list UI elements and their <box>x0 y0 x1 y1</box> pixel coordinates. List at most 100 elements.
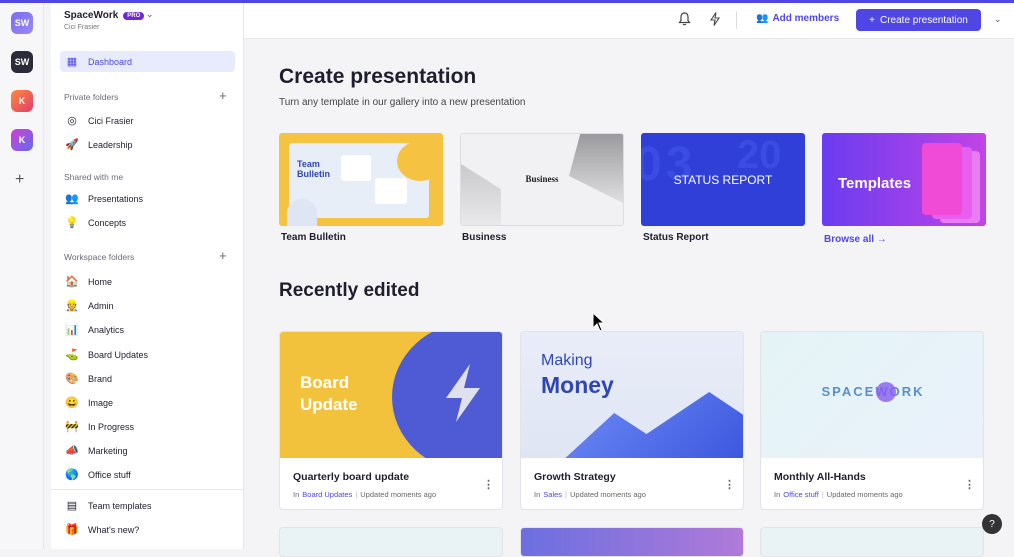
recent-card-partial[interactable] <box>760 527 984 557</box>
app-k-purple-icon[interactable]: K <box>11 129 33 151</box>
chevron-down-icon[interactable]: ⌄ <box>994 14 1002 25</box>
card-title: Growth Strategy <box>534 471 616 483</box>
sidebar-item-whats-new[interactable]: 🎁 What's new? <box>60 519 235 540</box>
sidebar-item-marketing[interactable]: 📣 Marketing <box>60 440 235 461</box>
workspace-name: SpaceWork <box>64 10 119 21</box>
card-meta: In Office stuff | Updated moments ago <box>774 490 903 499</box>
card-thumb-text: SPACEWORK <box>821 384 925 399</box>
create-presentation-subtitle: Turn any template in our gallery into a … <box>279 97 526 108</box>
palette-icon: 🎨 <box>65 373 79 385</box>
megaphone-icon: 📣 <box>65 445 79 457</box>
sidebar-item-label: What's new? <box>88 524 140 535</box>
private-folders-heading: Private folders <box>64 92 119 102</box>
recent-card-partial[interactable] <box>279 527 503 557</box>
recent-card-quarterly-board-update[interactable]: Board Update Quarterly board update In B… <box>279 331 503 510</box>
template-label: Status Report <box>643 232 709 243</box>
lightning-icon <box>446 364 480 422</box>
card-title: Monthly All-Hands <box>774 471 866 483</box>
shared-heading: Shared with me <box>64 172 124 182</box>
app-k-orange-icon[interactable]: K <box>11 90 33 112</box>
plus-icon: + <box>869 14 875 26</box>
recent-card-partial[interactable] <box>520 527 744 557</box>
card-folder-link[interactable]: Office stuff <box>783 490 819 499</box>
sidebar-item-dashboard[interactable]: ▦ Dashboard <box>60 51 235 72</box>
construction-icon: 🚧 <box>65 421 79 433</box>
template-business[interactable]: Business Business <box>460 133 624 243</box>
smiley-icon: 😀 <box>65 397 79 409</box>
dashboard-icon: ▦ <box>66 56 78 68</box>
sidebar-item-label: Board Updates <box>88 349 149 360</box>
card-meta: In Sales | Updated moments ago <box>534 490 646 499</box>
template-thumbnail: Templates <box>822 133 986 226</box>
sidebar-divider <box>51 489 244 490</box>
sidebar-item-analytics[interactable]: 📊 Analytics <box>60 319 235 340</box>
sidebar-item-cici-frasier[interactable]: ◎ Cici Frasier <box>60 110 235 131</box>
sidebar-item-presentations[interactable]: 👥 Presentations <box>60 188 235 209</box>
sidebar-item-team-templates[interactable]: ▤ Team templates <box>60 495 235 516</box>
card-updated: Updated moments ago <box>826 490 903 499</box>
help-icon[interactable]: ? <box>982 514 1002 534</box>
card-meta-prefix: In <box>774 490 781 499</box>
card-meta-prefix: In <box>534 490 541 499</box>
template-status-report[interactable]: 03 20 STATUS REPORT Status Report <box>641 133 805 243</box>
card-thumb-text: Board Update <box>300 373 358 414</box>
sidebar-item-leadership[interactable]: 🚀 Leadership <box>60 134 235 155</box>
golf-icon: ⛳ <box>65 349 79 361</box>
add-members-button[interactable]: 👥 Add members <box>756 13 839 24</box>
sidebar-item-label: Brand <box>88 373 113 384</box>
sidebar-item-label: Analytics <box>88 324 125 335</box>
template-browse[interactable]: Templates Browse all → <box>822 133 986 245</box>
add-private-folder-icon[interactable]: + <box>219 88 227 103</box>
bell-icon[interactable] <box>678 12 691 29</box>
sidebar-item-admin[interactable]: 👷 Admin <box>60 295 235 316</box>
bar-chart-icon: 📊 <box>65 324 79 336</box>
spacework-app-icon[interactable]: SW <box>11 51 33 73</box>
chevron-down-icon[interactable]: ⌄ <box>146 9 154 20</box>
recent-card-monthly-all-hands[interactable]: SPACEWORK Monthly All-Hands In Office st… <box>760 331 984 510</box>
card-thumb-line1: Making <box>541 352 593 369</box>
card-thumbnail: Board Update <box>280 332 502 458</box>
workspace-header[interactable]: SpaceWork PRO Cici Frasier <box>64 10 145 31</box>
sidebar-item-board-updates[interactable]: ⛳ Board Updates <box>60 344 235 365</box>
lightning-icon[interactable] <box>709 12 721 29</box>
card-meta-prefix: In <box>293 490 300 499</box>
template-thumb-text: STATUS REPORT <box>673 173 773 187</box>
card-folder-link[interactable]: Board Updates <box>302 490 352 499</box>
template-thumbnail: Business <box>460 133 624 226</box>
sidebar-item-label: In Progress <box>88 421 135 432</box>
template-thumb-text: Templates <box>838 175 912 192</box>
sidebar-item-in-progress[interactable]: 🚧 In Progress <box>60 416 235 437</box>
recently-edited-heading: Recently edited <box>279 280 420 301</box>
admin-icon: 👷 <box>65 300 79 312</box>
template-team-bulletin[interactable]: Team Bulletin Team Bulletin <box>279 133 443 243</box>
sidebar-item-label: Admin <box>88 300 114 311</box>
sidebar-item-label: Home <box>88 276 113 287</box>
recent-card-growth-strategy[interactable]: Making Money Growth Strategy In Sales | … <box>520 331 744 510</box>
mouse-cursor-icon <box>592 312 606 332</box>
browse-all-link[interactable]: Browse all → <box>824 234 986 245</box>
more-options-icon[interactable]: ⋮ <box>724 478 735 491</box>
add-workspace-folder-icon[interactable]: + <box>219 248 227 263</box>
sidebar-item-concepts[interactable]: 💡 Concepts <box>60 212 235 233</box>
more-options-icon[interactable]: ⋮ <box>483 478 494 491</box>
sidebar-item-label: Office stuff <box>88 469 131 480</box>
template-thumbnail: 03 20 STATUS REPORT <box>641 133 805 226</box>
main-content: Create presentation Turn any template in… <box>244 40 1014 557</box>
card-thumbnail: Making Money <box>521 332 743 458</box>
more-options-icon[interactable]: ⋮ <box>964 478 975 491</box>
gift-icon: 🎁 <box>65 524 79 536</box>
pro-badge: PRO <box>123 11 145 20</box>
sidebar-item-brand[interactable]: 🎨 Brand <box>60 368 235 389</box>
card-folder-link[interactable]: Sales <box>543 490 562 499</box>
sidebar-item-office-stuff[interactable]: 🌎 Office stuff <box>60 464 235 485</box>
card-thumb-line2: Money <box>541 372 614 398</box>
people-icon: 👥 <box>65 193 79 205</box>
add-app-icon[interactable]: + <box>15 171 24 189</box>
create-presentation-button[interactable]: + Create presentation <box>856 9 981 31</box>
spacework-logo[interactable]: SW <box>11 12 33 34</box>
sidebar-item-home[interactable]: 🏠 Home <box>60 271 235 292</box>
sidebar-item-label: Image <box>88 397 114 408</box>
sidebar-item-image[interactable]: 😀 Image <box>60 392 235 413</box>
globe-icon: 🌎 <box>65 469 79 481</box>
card-title: Quarterly board update <box>293 471 410 483</box>
